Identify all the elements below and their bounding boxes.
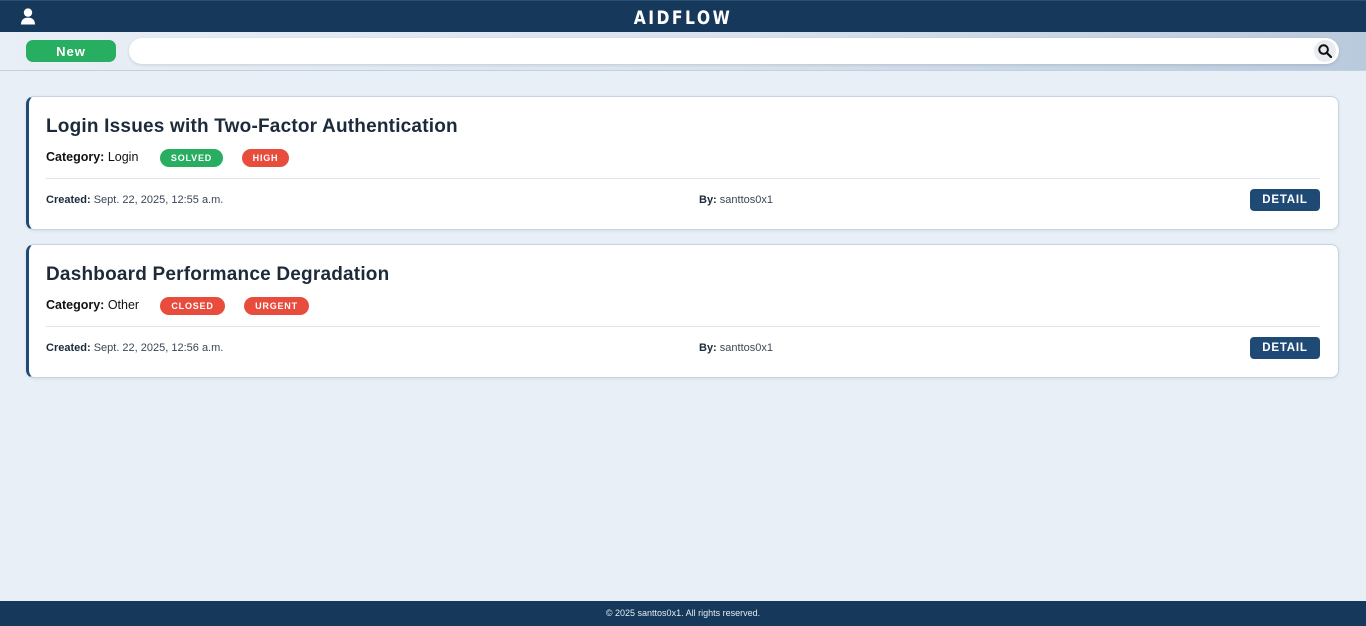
user-icon[interactable] <box>20 8 36 25</box>
ticket-card: Login Issues with Two-Factor Authenticat… <box>26 96 1339 230</box>
created-value: Sept. 22, 2025, 12:55 a.m. <box>93 194 224 206</box>
search-bar <box>129 38 1339 64</box>
created-label: Created: <box>46 194 91 206</box>
ticket-category: Category: Login <box>46 150 138 164</box>
priority-badge: URGENT <box>244 297 309 315</box>
ticket-title: Dashboard Performance Degradation <box>46 264 390 285</box>
created-value: Sept. 22, 2025, 12:56 a.m. <box>93 342 224 354</box>
top-navbar: AIDFLOW <box>0 0 1366 32</box>
category-label: Category: <box>46 298 105 312</box>
by-label: By: <box>699 194 717 206</box>
ticket-author: By: santtos0x1 <box>699 342 773 354</box>
category-label: Category: <box>46 150 105 164</box>
toolbar: New <box>0 32 1366 71</box>
detail-button[interactable]: DETAIL <box>1250 337 1320 359</box>
status-badge: CLOSED <box>160 297 225 315</box>
ticket-category: Category: Other <box>46 298 139 312</box>
by-value: santtos0x1 <box>719 342 773 354</box>
ticket-created: Created: Sept. 22, 2025, 12:56 a.m. <box>46 342 223 354</box>
divider <box>46 178 1320 179</box>
by-label: By: <box>699 342 717 354</box>
ticket-title: Login Issues with Two-Factor Authenticat… <box>46 116 458 137</box>
footer: © 2025 santtos0x1. All rights reserved. <box>0 601 1366 626</box>
by-value: santtos0x1 <box>719 194 773 206</box>
priority-badge: HIGH <box>242 149 289 167</box>
ticket-card: Dashboard Performance Degradation Catego… <box>26 244 1339 378</box>
category-value: Login <box>107 150 139 164</box>
search-input[interactable] <box>141 41 1301 61</box>
search-icon <box>1318 44 1332 58</box>
ticket-author: By: santtos0x1 <box>699 194 773 206</box>
divider <box>46 326 1320 327</box>
brand-logo[interactable]: AIDFLOW <box>123 7 1243 29</box>
detail-button[interactable]: DETAIL <box>1250 189 1320 211</box>
status-badge: SOLVED <box>160 149 223 167</box>
created-label: Created: <box>46 342 91 354</box>
category-value: Other <box>107 298 140 312</box>
search-button[interactable] <box>1314 40 1336 62</box>
ticket-created: Created: Sept. 22, 2025, 12:55 a.m. <box>46 194 223 206</box>
new-ticket-button[interactable]: New <box>26 40 116 62</box>
